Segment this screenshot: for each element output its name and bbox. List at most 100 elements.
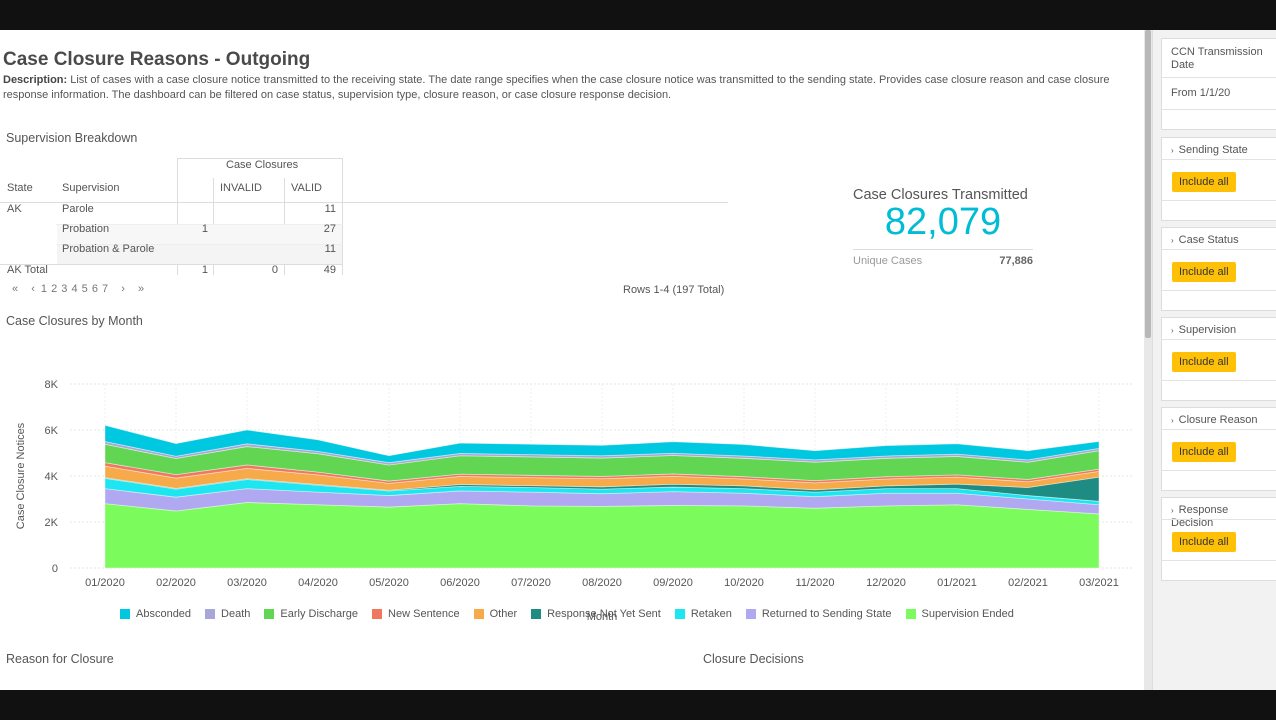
legend-swatch [264,609,275,619]
table-pager: « ‹ 1 2 3 4 5 6 7 › » [12,283,147,295]
table-cell-supervision: Probation & Parole [62,243,155,255]
page-number[interactable]: 4 [71,283,77,295]
legend-label: Supervision Ended [921,608,1014,620]
filter-card-sending-state: › Sending State Include all [1161,137,1276,221]
chevron-right-icon: › [1171,326,1174,335]
y-tick-label: 2K [45,517,59,529]
filter-label: Closure Reason [1178,414,1258,426]
legend-label: Retaken [690,608,732,620]
closure-decisions-title: Closure Decisions [703,652,804,666]
table-cell-supervision: Probation [62,223,110,235]
x-tick-label: 03/2021 [1079,577,1119,589]
legend-swatch [674,609,685,619]
reason-for-closure-title: Reason for Closure [6,652,114,666]
column-header-state[interactable]: State [7,178,33,198]
date-filter-value[interactable]: From 1/1/20 [1162,87,1239,99]
page-number[interactable]: 5 [82,283,88,295]
legend-item[interactable]: Retaken [674,608,732,620]
legend-label: Response Not Yet Sent [547,608,661,620]
x-tick-label: 01/2020 [85,577,125,589]
legend-item[interactable]: Returned to Sending State [745,608,892,620]
legend-label: Returned to Sending State [761,608,892,620]
legend-swatch [531,609,542,619]
filter-header-closure-reason[interactable]: › Closure Reason [1162,408,1276,427]
kpi-value: 82,079 [884,201,1002,243]
legend-item[interactable]: New Sentence [372,608,460,620]
chart-section-title: Case Closures by Month [6,314,143,328]
legend-swatch [120,609,130,619]
include-all-button[interactable]: Include all [1172,172,1236,192]
kpi-sub-value: 77,886 [999,255,1033,267]
table-cell-blank: 1 [201,223,208,235]
x-tick-label: 02/2020 [156,577,196,589]
kpi-divider [853,249,1033,250]
scrollbar-thumb[interactable] [1145,30,1151,338]
include-all-button[interactable]: Include all [1172,352,1236,372]
filter-header-sending-state[interactable]: › Sending State [1162,138,1276,157]
prev-page-button[interactable]: ‹ [31,283,35,295]
x-tick-label: 04/2020 [298,577,338,589]
filter-header-supervision[interactable]: › Supervision [1162,318,1276,337]
x-tick-label: 08/2020 [582,577,622,589]
legend-item[interactable]: Supervision Ended [905,608,1014,620]
include-all-button[interactable]: Include all [1172,442,1236,462]
page-number[interactable]: 6 [92,283,98,295]
top-bar [0,0,1276,30]
first-page-button[interactable]: « [12,283,18,295]
main-scrollbar[interactable] [1144,30,1152,690]
table-cell-valid: 27 [323,223,336,235]
x-tick-label: 03/2020 [227,577,267,589]
filter-label: Sending State [1178,144,1248,156]
bottom-bar [0,690,1276,720]
x-tick-label: 11/2020 [796,577,835,589]
page-number[interactable]: 1 [41,283,47,295]
page-number[interactable]: 2 [51,283,57,295]
next-page-button[interactable]: › [121,283,125,295]
legend-item[interactable]: Response Not Yet Sent [531,608,661,620]
x-tick-label: 02/2021 [1008,577,1048,589]
legend-swatch [473,609,484,619]
chevron-right-icon: › [1171,416,1174,425]
x-tick-label: 12/2020 [866,577,906,589]
supervision-breakdown-title: Supervision Breakdown [6,131,138,145]
filter-card-response-decision: › Response Decision Include all [1161,497,1276,581]
page-title: Case Closure Reasons - Outgoing [3,49,311,70]
rows-total: Rows 1-4 (197 Total) [623,284,725,296]
page-description: Description: List of cases with a case c… [3,73,1123,103]
filter-header-response-decision[interactable]: › Response Decision [1162,498,1276,530]
chevron-right-icon: › [1171,236,1174,245]
y-tick-label: 6K [45,425,59,437]
include-all-button[interactable]: Include all [1172,262,1236,282]
x-tick-label: 05/2020 [369,577,409,589]
chart-legend: Absconded Death Early Discharge New Sentenc… [120,608,1014,620]
legend-item[interactable]: Death [205,608,250,620]
column-header-invalid[interactable]: INVALID [220,178,262,198]
legend-item[interactable]: Other [473,608,518,620]
filter-label: Response Decision [1171,504,1229,529]
table-cell-supervision: Parole [62,203,94,215]
page-number[interactable]: 7 [102,283,108,295]
filter-sidebar: CCN Transmission Date From 1/1/20 › Sendi… [1152,30,1276,690]
legend-item[interactable]: Absconded [120,608,191,620]
table-cell-state: AK [7,203,22,215]
legend-item[interactable]: Early Discharge [264,608,358,620]
legend-label: Other [489,608,518,620]
description-label: Description: [3,74,68,86]
page-number[interactable]: 3 [61,283,67,295]
y-tick-label: 8K [45,379,59,391]
total-row-valid: 49 [323,264,336,276]
x-tick-label: 09/2020 [653,577,693,589]
include-all-button[interactable]: Include all [1172,532,1236,552]
filter-label: Supervision [1178,324,1237,336]
column-header-supervision[interactable]: Supervision [62,178,119,198]
filter-header-case-status[interactable]: › Case Status [1162,228,1276,247]
table-group-header: Case Closures [226,159,299,171]
legend-swatch [905,609,916,619]
filter-label: Case Status [1178,234,1239,246]
filter-card-closure-reason: › Closure Reason Include all [1161,407,1276,491]
date-filter-card[interactable]: CCN Transmission Date From 1/1/20 [1161,38,1276,130]
y-tick-label: 4K [45,471,59,483]
y-tick-label: 0 [52,563,58,575]
column-header-valid[interactable]: VALID [291,178,322,198]
last-page-button[interactable]: » [138,283,144,295]
